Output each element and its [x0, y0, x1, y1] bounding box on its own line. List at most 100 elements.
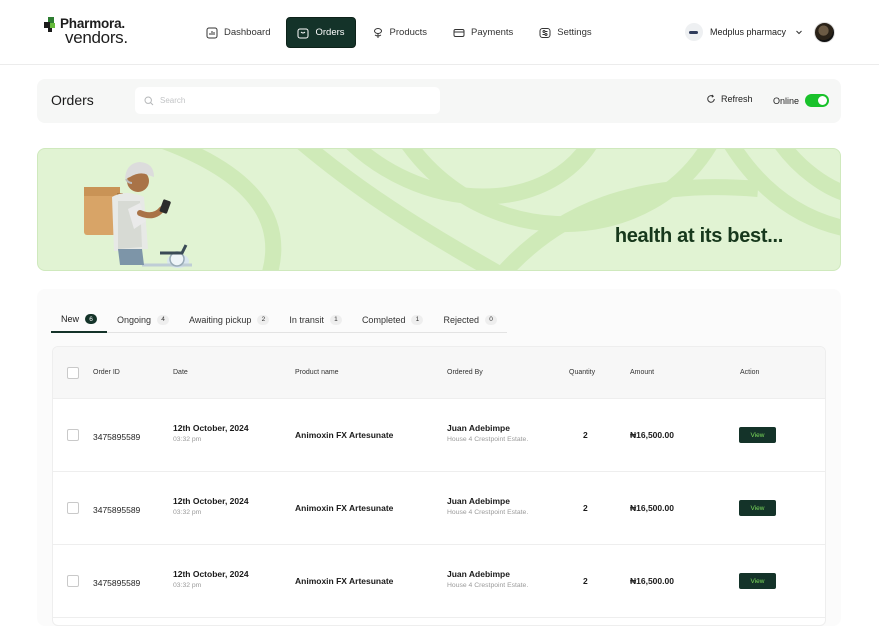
order-time: 03:32 pm	[173, 509, 202, 516]
account-switcher[interactable]: Medplus pharmacy	[684, 21, 835, 43]
order-amount: ₦16,500.00	[630, 503, 674, 513]
customer-name: Juan Adebimpe	[447, 569, 510, 579]
bag-icon	[297, 28, 309, 38]
tab-count-badge: 6	[85, 314, 98, 324]
refresh-icon	[707, 94, 715, 103]
order-id: 3475895589	[93, 505, 141, 515]
tab-count-badge: 1	[329, 314, 342, 325]
orders-table: Order ID Date Product name Ordered By Qu…	[52, 346, 826, 626]
tab-new[interactable]: New 6	[51, 307, 108, 333]
tab-completed[interactable]: Completed 1	[351, 307, 434, 333]
refresh-button[interactable]: Refresh	[706, 94, 753, 104]
column-header-ordered-by: Ordered By	[447, 369, 483, 376]
table-row: 3475895589 12th October, 2024 03:32 pm A…	[53, 472, 825, 545]
order-date: 12th October, 2024	[173, 496, 249, 506]
nav-item-dashboard[interactable]: Dashboard	[196, 17, 280, 48]
pill-icon	[373, 27, 382, 38]
table-header: Order ID Date Product name Ordered By Qu…	[53, 347, 825, 399]
online-status: Online	[773, 94, 830, 107]
customer-address: House 4 Crestpoint Estate.	[447, 582, 529, 589]
nav-item-settings[interactable]: Settings	[529, 17, 601, 48]
card-icon	[453, 28, 465, 37]
tab-label: Awaiting pickup	[189, 314, 252, 325]
column-header-date: Date	[173, 369, 188, 376]
view-order-button[interactable]: View	[739, 573, 776, 589]
search-input[interactable]	[160, 96, 410, 105]
nav-item-orders[interactable]: Orders	[286, 17, 356, 48]
brand-subtitle: vendors.	[65, 28, 128, 47]
order-amount: ₦16,500.00	[630, 576, 674, 586]
tab-rejected[interactable]: Rejected 0	[433, 307, 507, 333]
banner-tagline: health at its best...	[614, 225, 783, 247]
refresh-label: Refresh	[721, 94, 753, 104]
customer-address: House 4 Crestpoint Estate.	[447, 509, 529, 516]
tab-ongoing[interactable]: Ongoing 4	[107, 307, 180, 333]
row-checkbox[interactable]	[67, 429, 79, 441]
page-title: Orders	[51, 92, 94, 108]
tab-label: New	[61, 314, 80, 324]
column-header-order-id: Order ID	[93, 369, 120, 376]
nav-label: Dashboard	[224, 27, 271, 38]
top-navigation-bar: Pharmora. vendors. Dashboard Orders Prod…	[0, 0, 879, 65]
product-name: Animoxin FX Artesunate	[295, 503, 394, 513]
pharmora-logo-icon	[44, 17, 55, 32]
order-amount: ₦16,500.00	[630, 430, 674, 440]
nav-label: Orders	[315, 27, 345, 38]
view-order-button[interactable]: View	[739, 500, 776, 516]
order-time: 03:32 pm	[173, 436, 202, 443]
select-all-checkbox[interactable]	[67, 367, 79, 379]
chevron-down-icon[interactable]	[795, 28, 803, 36]
nav-label: Settings	[557, 27, 592, 38]
order-status-tabs: New 6 Ongoing 4 Awaiting pickup 2 In tra…	[51, 307, 507, 333]
order-date: 12th October, 2024	[173, 423, 249, 433]
row-checkbox[interactable]	[67, 502, 79, 514]
tab-label: Ongoing	[117, 314, 152, 325]
view-order-button[interactable]: View	[739, 427, 776, 443]
product-name: Animoxin FX Artesunate	[295, 430, 394, 440]
online-toggle[interactable]	[805, 94, 830, 107]
customer-name: Juan Adebimpe	[447, 423, 510, 433]
order-time: 03:32 pm	[173, 582, 202, 589]
row-checkbox[interactable]	[67, 575, 79, 587]
order-id: 3475895589	[93, 578, 141, 588]
tab-awaiting-pickup[interactable]: Awaiting pickup 2	[179, 307, 280, 333]
orders-toolbar: Orders Refresh Online	[37, 79, 841, 123]
nav-item-products[interactable]: Products	[362, 17, 438, 48]
tab-count-badge: 1	[411, 314, 424, 325]
chart-icon	[206, 27, 218, 38]
column-header-quantity: Quantity	[569, 369, 596, 376]
product-name: Animoxin FX Artesunate	[295, 576, 394, 586]
order-date: 12th October, 2024	[173, 569, 249, 579]
tab-label: Completed	[361, 314, 406, 325]
customer-address: House 4 Crestpoint Estate.	[447, 436, 529, 443]
table-row: 3475895589 12th October, 2024 03:32 pm A…	[53, 399, 825, 472]
customer-name: Juan Adebimpe	[447, 496, 510, 506]
tab-count-badge: 4	[157, 314, 170, 325]
order-quantity: 2	[583, 503, 588, 513]
orders-panel: New 6 Ongoing 4 Awaiting pickup 2 In tra…	[37, 289, 841, 626]
tab-label: Rejected	[443, 314, 479, 325]
pharmacy-logo-icon	[684, 23, 703, 41]
gear-icon	[539, 27, 551, 38]
brand-logo[interactable]: Pharmora. vendors.	[44, 15, 144, 47]
nav-label: Products	[389, 27, 428, 38]
tab-label: In transit	[289, 314, 324, 325]
account-name: Medplus pharmacy	[709, 27, 786, 37]
avatar[interactable]	[814, 21, 835, 43]
order-id: 3475895589	[93, 432, 141, 442]
column-header-amount: Amount	[630, 369, 655, 376]
order-quantity: 2	[583, 576, 588, 586]
column-header-product-name: Product name	[295, 369, 339, 376]
tab-count-badge: 2	[257, 314, 270, 325]
delivery-rider-illustration	[84, 162, 192, 268]
tab-count-badge: 0	[485, 314, 497, 325]
order-quantity: 2	[583, 430, 588, 440]
main-nav: Dashboard Orders Products Payments Setti…	[196, 17, 602, 48]
nav-item-payments[interactable]: Payments	[443, 17, 523, 48]
nav-label: Payments	[471, 27, 514, 38]
search-icon	[144, 95, 154, 105]
promo-banner: health at its best...	[37, 148, 841, 271]
search-box[interactable]	[135, 87, 440, 114]
column-header-action: Action	[740, 369, 760, 376]
tab-in-transit[interactable]: In transit 1	[279, 307, 352, 333]
